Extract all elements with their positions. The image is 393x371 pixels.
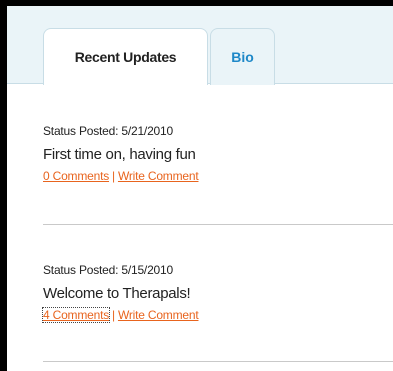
update-divider xyxy=(43,224,393,225)
write-comment-link[interactable]: Write Comment xyxy=(118,169,199,183)
status-update: Status Posted: 5/15/2010 Welcome to Ther… xyxy=(41,262,383,323)
profile-panel: Recent Updates Bio Status Posted: 5/21/2… xyxy=(0,0,393,371)
link-separator: | xyxy=(112,308,115,322)
comments-link[interactable]: 0 Comments xyxy=(43,169,109,183)
comment-links: 4 Comments | Write Comment xyxy=(41,307,383,323)
tab-recent-updates-label: Recent Updates xyxy=(74,49,177,65)
status-update: Status Posted: 5/21/2010 First time on, … xyxy=(43,123,383,184)
status-posted-date: Status Posted: 5/21/2010 xyxy=(43,124,173,138)
update-divider xyxy=(43,361,393,362)
status-posted-date: Status Posted: 5/15/2010 xyxy=(43,263,173,277)
window-left-edge xyxy=(0,0,7,371)
tab-strip: Recent Updates Bio xyxy=(7,6,393,85)
write-comment-link[interactable]: Write Comment xyxy=(118,308,199,322)
link-separator: | xyxy=(112,169,115,183)
status-text: First time on, having fun xyxy=(43,146,196,163)
tab-bio-label: Bio xyxy=(231,49,254,65)
status-text: Welcome to Therapals! xyxy=(43,285,191,302)
tab-bio[interactable]: Bio xyxy=(210,28,275,85)
comment-links: 0 Comments | Write Comment xyxy=(43,168,383,184)
comments-link[interactable]: 4 Comments xyxy=(41,307,111,323)
tab-recent-updates[interactable]: Recent Updates xyxy=(43,28,208,85)
window-top-edge xyxy=(0,0,393,6)
